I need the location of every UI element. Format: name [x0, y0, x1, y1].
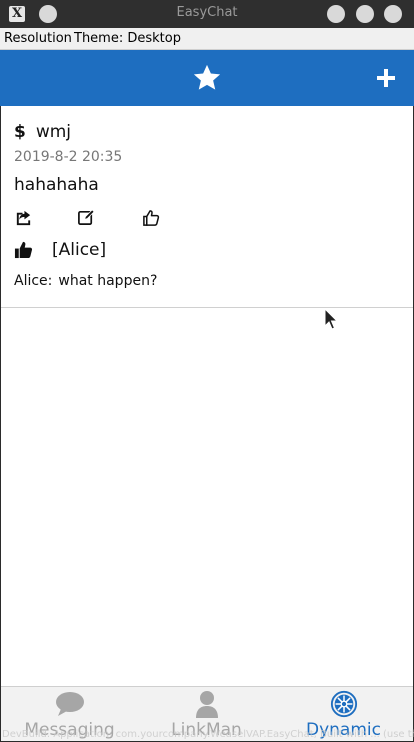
dev-build-banner: DevBuild. Application: com.yourcompany.W…	[2, 729, 414, 740]
window-control-button-2[interactable]	[356, 5, 374, 23]
post-body: hahahaha	[14, 175, 99, 195]
post-time: 2019-8-2 20:35	[14, 149, 123, 165]
person-icon	[196, 691, 218, 718]
window-titlebar: X EasyChat	[0, 0, 414, 28]
post-comment: Alice: what happen?	[14, 273, 157, 289]
author-symbol: $	[14, 122, 26, 142]
feed: $ wmj 2019-8-2 20:35 hahahaha [Alice] Al…	[1, 106, 413, 686]
window-title: EasyChat	[176, 5, 238, 20]
comment-text: what happen?	[58, 273, 158, 289]
post-author: $ wmj	[14, 122, 71, 142]
menu-bar: Resolution Theme: Desktop	[0, 28, 414, 50]
feed-post: $ wmj 2019-8-2 20:35 hahahaha [Alice] Al…	[1, 106, 413, 308]
menu-theme[interactable]: Theme: Desktop	[74, 31, 181, 46]
app-header	[0, 50, 414, 106]
mouse-cursor-icon	[324, 308, 338, 330]
author-name[interactable]: wmj	[36, 122, 71, 142]
window-close-button[interactable]	[384, 5, 402, 23]
likes-list: [Alice]	[52, 240, 107, 260]
edit-icon[interactable]	[77, 208, 96, 227]
thumbs-up-filled-icon	[14, 241, 33, 259]
dynamic-icon	[330, 690, 358, 718]
star-icon[interactable]	[192, 63, 222, 93]
share-icon[interactable]	[14, 208, 33, 227]
chat-bubble-icon	[56, 692, 84, 716]
menu-resolution[interactable]: Resolution	[4, 31, 72, 46]
thumbs-up-icon[interactable]	[142, 208, 161, 227]
comment-author[interactable]: Alice:	[14, 273, 52, 289]
window-control-button-1[interactable]	[327, 5, 345, 23]
plus-icon[interactable]	[377, 69, 395, 87]
